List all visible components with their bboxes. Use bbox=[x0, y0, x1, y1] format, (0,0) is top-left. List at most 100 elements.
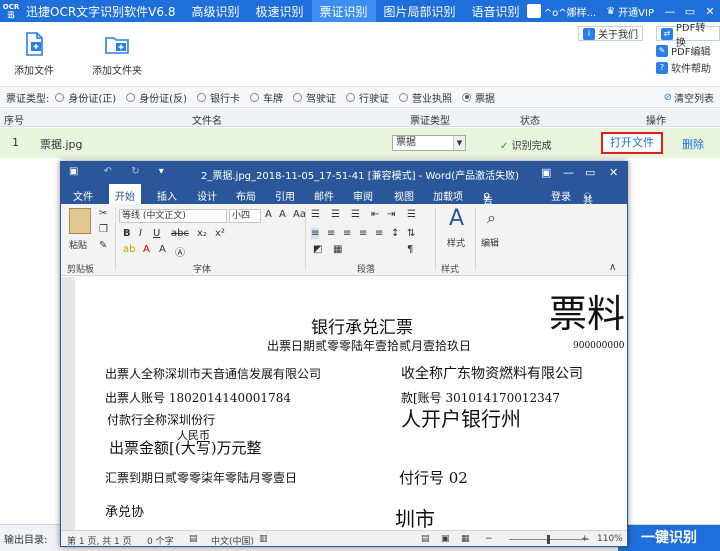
align-left-icon[interactable]: ≡ bbox=[311, 228, 320, 239]
justify-icon[interactable]: ≡ bbox=[359, 228, 367, 239]
page-count[interactable]: 第 1 页, 共 1 页 bbox=[67, 534, 132, 546]
tab-insert[interactable]: 插入 bbox=[157, 188, 177, 203]
nav-partial[interactable]: 图片局部识别 bbox=[376, 0, 464, 22]
cut-icon[interactable]: ✂ bbox=[99, 208, 107, 219]
print-layout-icon[interactable]: ▣ bbox=[441, 534, 450, 544]
add-folder-button[interactable]: 添加文件夹 bbox=[92, 30, 142, 77]
nav-ticket[interactable]: 票证识别 bbox=[311, 0, 376, 22]
line-spacing-icon[interactable]: ↕ bbox=[391, 228, 399, 239]
tab-home[interactable]: 开始 bbox=[109, 184, 141, 204]
zoom-level[interactable]: 110% bbox=[597, 534, 623, 544]
word-close-icon[interactable]: ✕ bbox=[609, 166, 618, 179]
recognize-button[interactable]: 一键识别 bbox=[618, 525, 720, 551]
tab-review[interactable]: 审阅 bbox=[353, 188, 373, 203]
paste-icon[interactable] bbox=[69, 208, 91, 234]
radio-plate[interactable]: 车牌 bbox=[250, 90, 283, 105]
highlight-icon[interactable]: ab bbox=[123, 244, 135, 255]
shading-icon[interactable]: ◩ bbox=[313, 244, 322, 255]
word-count[interactable]: 0 个字 bbox=[147, 534, 174, 546]
minimize-icon[interactable]: — bbox=[660, 5, 680, 18]
increase-indent-icon[interactable]: ⇥ bbox=[387, 209, 395, 220]
nav-advanced[interactable]: 高级识别 bbox=[183, 0, 247, 22]
save-icon[interactable]: ▣ bbox=[69, 166, 78, 177]
word-maximize-icon[interactable]: ▭ bbox=[585, 166, 595, 179]
customize-icon[interactable]: ▾ bbox=[159, 166, 164, 177]
undo-icon[interactable]: ↶ bbox=[104, 166, 112, 177]
font-color-icon[interactable]: A bbox=[143, 244, 150, 255]
borders-icon[interactable]: ▦ bbox=[333, 244, 342, 255]
distributed-icon[interactable]: ≡ bbox=[375, 228, 383, 239]
proofing-icon[interactable]: ▤ bbox=[189, 534, 198, 544]
align-right-icon[interactable]: ≡ bbox=[343, 228, 351, 239]
zoom-in-icon[interactable]: + bbox=[581, 534, 589, 544]
font-size-select[interactable]: 小四 bbox=[229, 209, 261, 223]
grow-font-icon[interactable]: A bbox=[265, 209, 272, 220]
shrink-font-icon[interactable]: A bbox=[279, 209, 286, 220]
nav-fast[interactable]: 极速识别 bbox=[247, 0, 311, 22]
radio-id-front[interactable]: 身份证(正) bbox=[55, 90, 116, 105]
subscript-icon[interactable]: x₂ bbox=[197, 228, 207, 239]
radio-business-license[interactable]: 营业执照 bbox=[399, 90, 452, 105]
about-button[interactable]: i 关于我们 bbox=[578, 26, 643, 41]
tab-file[interactable]: 文件 bbox=[73, 188, 93, 203]
maximize-icon[interactable]: ▭ bbox=[680, 5, 700, 18]
numbering-icon[interactable]: ☰ bbox=[331, 209, 340, 220]
tab-view[interactable]: 视图 bbox=[394, 188, 414, 203]
radio-vehicle-license[interactable]: 行驶证 bbox=[346, 90, 389, 105]
zoom-out-icon[interactable]: − bbox=[485, 534, 493, 544]
clear-list-button[interactable]: ⊘ 清空列表 bbox=[664, 90, 714, 105]
nav-voice[interactable]: 语音识别 bbox=[464, 0, 528, 22]
format-painter-icon[interactable]: ✎ bbox=[99, 240, 107, 251]
tab-references[interactable]: 引用 bbox=[275, 188, 295, 203]
align-center-icon[interactable]: ≡ bbox=[327, 228, 335, 239]
read-mode-icon[interactable]: ▤ bbox=[421, 534, 430, 544]
bullets-icon[interactable]: ☰ bbox=[311, 209, 320, 220]
delete-button[interactable]: 删除 bbox=[682, 136, 704, 152]
show-marks-icon[interactable]: ¶ bbox=[407, 244, 413, 255]
web-layout-icon[interactable]: ▦ bbox=[461, 534, 470, 544]
login-button[interactable]: 登录 bbox=[551, 188, 571, 203]
help-button[interactable]: ? 软件帮助 bbox=[656, 60, 720, 75]
word-minimize-icon[interactable]: — bbox=[563, 166, 574, 179]
language-indicator[interactable]: 中文(中国) bbox=[211, 534, 254, 546]
zoom-slider-knob[interactable] bbox=[547, 535, 550, 544]
superscript-icon[interactable]: x² bbox=[215, 228, 225, 239]
macro-icon[interactable]: ▥ bbox=[259, 534, 268, 544]
tab-addins[interactable]: 加载项 bbox=[433, 188, 463, 203]
bold-icon[interactable]: B bbox=[123, 228, 131, 239]
underline-icon[interactable]: U bbox=[153, 228, 160, 239]
strikethrough-icon[interactable]: abc bbox=[171, 228, 189, 239]
tab-layout[interactable]: 布局 bbox=[236, 188, 256, 203]
vip-button[interactable]: ♛ 开通VIP bbox=[600, 4, 660, 19]
table-row[interactable]: 1 票据.jpg 票据 ▼ ✓ 识别完成 打开文件 删除 bbox=[0, 128, 720, 158]
add-file-button[interactable]: 添加文件 bbox=[14, 30, 54, 77]
multilevel-list-icon[interactable]: ☰ bbox=[351, 209, 360, 220]
edit-label[interactable]: 编辑 bbox=[481, 236, 499, 249]
sort-icon[interactable]: ⇅ bbox=[407, 228, 415, 239]
account-button[interactable]: ^o^娜样... bbox=[523, 4, 600, 19]
copy-icon[interactable]: ❐ bbox=[99, 224, 108, 235]
pdf-convert-button[interactable]: ⇄ PDF转换 bbox=[656, 23, 720, 49]
collapse-ribbon-icon[interactable]: ∧ bbox=[609, 262, 616, 273]
pdf-edit-button[interactable]: ✎ PDF编辑 bbox=[656, 43, 720, 58]
radio-driver-license[interactable]: 驾驶证 bbox=[293, 90, 336, 105]
italic-icon[interactable]: I bbox=[139, 228, 142, 239]
radio-id-back[interactable]: 身份证(反) bbox=[126, 90, 187, 105]
char-shading-icon[interactable]: A bbox=[159, 244, 166, 255]
redo-icon[interactable]: ↻ bbox=[131, 166, 139, 177]
ribbon-display-icon[interactable]: ▣ bbox=[541, 166, 551, 179]
styles-icon[interactable]: A bbox=[449, 206, 464, 231]
radio-bank-card[interactable]: 银行卡 bbox=[197, 90, 240, 105]
tab-mailings[interactable]: 邮件 bbox=[314, 188, 334, 203]
find-icon[interactable]: ⌕ bbox=[487, 208, 496, 228]
open-file-button[interactable]: 打开文件 bbox=[601, 132, 663, 154]
close-icon[interactable]: ✕ bbox=[700, 5, 720, 18]
radio-bill[interactable]: 票据 bbox=[462, 90, 495, 105]
decrease-indent-icon[interactable]: ⇤ bbox=[371, 209, 379, 220]
ticket-type-select[interactable]: 票据 ▼ bbox=[392, 135, 466, 151]
char-border-icon[interactable]: Ⓐ bbox=[175, 244, 185, 259]
chinese-layout-icon[interactable]: ☰ bbox=[407, 209, 416, 220]
font-name-select[interactable]: 等线 (中文正文) bbox=[119, 209, 227, 223]
tab-design[interactable]: 设计 bbox=[197, 188, 217, 203]
document-page[interactable]: 票料 银行承兑汇票 出票日期贰零零陆年壹拾贰月壹拾玖日 900000000 出票… bbox=[75, 277, 627, 530]
